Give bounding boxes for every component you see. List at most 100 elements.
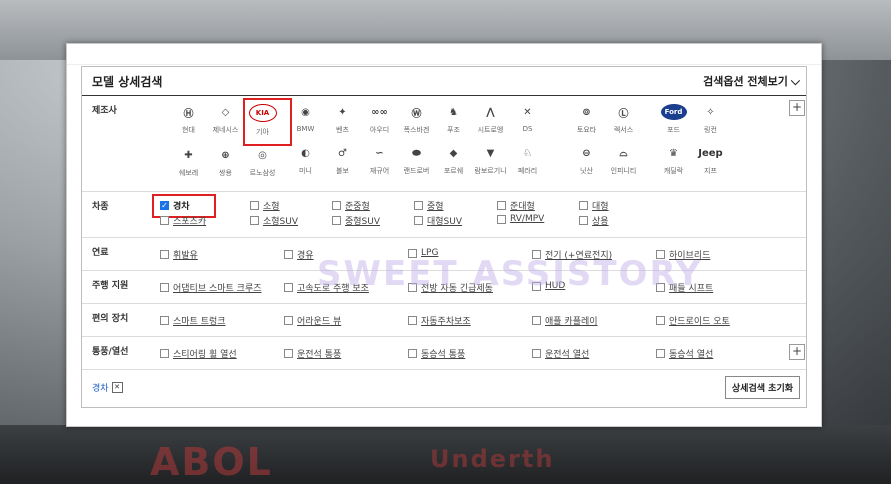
driving-option[interactable]: 전방 자동 긴급제동 — [408, 281, 493, 294]
ventilation-option[interactable]: 운전석 통풍 — [284, 347, 341, 360]
brand-ds[interactable]: ✕ DS — [509, 104, 546, 135]
checkbox-icon[interactable] — [408, 349, 417, 358]
checkbox-icon[interactable] — [332, 216, 341, 225]
driving-option[interactable]: 패들 시프트 — [656, 281, 713, 294]
brand-citroen[interactable]: ⋀ 시트로엥 — [472, 104, 509, 135]
brand-landrover[interactable]: ⬬ 랜드로버 — [398, 145, 435, 176]
brand-renault-samsung[interactable]: ◎ 르노삼성 — [244, 147, 281, 178]
vehicle-type-option[interactable]: RV/MPV — [497, 214, 544, 224]
brand-peugeot[interactable]: ♞ 푸조 — [435, 104, 472, 135]
checkbox-icon[interactable] — [332, 201, 341, 210]
remove-filter-icon[interactable]: ✕ — [111, 381, 123, 393]
vehicle-type-label: 차종 — [92, 202, 109, 212]
vehicle-type-option[interactable]: 소형 — [250, 199, 280, 212]
fuel-option[interactable]: 경유 — [284, 248, 314, 261]
checkbox-icon[interactable] — [579, 216, 588, 225]
checkbox-icon[interactable] — [284, 283, 293, 292]
checkbox-icon[interactable] — [160, 283, 169, 292]
show-all-options-button[interactable]: 검색옵션 전체보기 ⌵ — [703, 73, 800, 89]
checkbox-icon[interactable] — [656, 283, 665, 292]
checkbox-icon[interactable] — [532, 250, 541, 259]
peugeot-logo-icon: ♞ — [449, 106, 458, 118]
checkbox-icon[interactable] — [408, 248, 417, 258]
checkbox-icon[interactable] — [160, 316, 169, 325]
brand-benz[interactable]: ✦ 벤츠 — [324, 104, 361, 135]
vehicle-type-option[interactable]: 스포츠카 — [160, 214, 206, 227]
checkbox-icon[interactable] — [579, 201, 588, 210]
brand-mini[interactable]: ◐ 미니 — [287, 145, 324, 176]
vehicle-type-option[interactable]: ✓ 경차 — [160, 199, 190, 212]
brand-ssangyong[interactable]: ⊕ 쌍용 — [207, 147, 244, 178]
brand-ferrari[interactable]: ♘ 페라리 — [509, 145, 546, 176]
checkbox-icon[interactable] — [160, 250, 169, 259]
checkbox-icon[interactable] — [532, 316, 541, 325]
driving-option[interactable]: HUD — [532, 281, 565, 291]
checkbox-icon[interactable] — [497, 214, 506, 224]
brand-ford[interactable]: Ford 포드 — [655, 104, 692, 135]
vehicle-type-option[interactable]: 상용 — [579, 214, 609, 227]
brand-cadillac[interactable]: ♛ 캐딜락 — [655, 145, 692, 176]
reset-search-button[interactable]: 상세검색 초기화 — [724, 375, 800, 399]
vehicle-type-option[interactable]: 준중형 — [332, 199, 370, 212]
checkbox-icon[interactable] — [532, 281, 541, 291]
vehicle-type-option[interactable]: 대형SUV — [414, 214, 462, 227]
checkbox-icon[interactable] — [408, 316, 417, 325]
brand-volkswagen[interactable]: Ⓦ 폭스바겐 — [398, 104, 435, 135]
vehicle-type-option[interactable]: 소형SUV — [250, 214, 298, 227]
vehicle-type-option[interactable]: 중형 — [414, 199, 444, 212]
driving-option[interactable]: 어댑티브 스마트 크루즈 — [160, 281, 262, 294]
checkbox-icon[interactable] — [414, 216, 423, 225]
brand-jaguar[interactable]: ∽ 재규어 — [361, 145, 398, 176]
convenience-option[interactable]: 안드로이드 오토 — [656, 314, 730, 327]
vehicle-type-option[interactable]: 대형 — [579, 199, 609, 212]
brand-nissan[interactable]: ⊖ 닛산 — [568, 145, 605, 176]
convenience-option[interactable]: 어라운드 뷰 — [284, 314, 341, 327]
brand-infiniti[interactable]: ⌓ 인피니티 — [605, 145, 642, 176]
checkbox-icon[interactable] — [160, 349, 169, 358]
checkbox-icon[interactable] — [284, 349, 293, 358]
checkbox-icon[interactable] — [656, 349, 665, 358]
more-makers-button[interactable]: + — [789, 100, 805, 116]
brand-toyota[interactable]: ⊚ 토요타 — [568, 104, 605, 135]
fuel-option[interactable]: 휘발유 — [160, 248, 198, 261]
checkbox-icon[interactable] — [160, 216, 169, 225]
checkbox-icon[interactable] — [414, 201, 423, 210]
checkbox-icon[interactable] — [532, 349, 541, 358]
convenience-option[interactable]: 애플 카플레이 — [532, 314, 598, 327]
ventilation-option[interactable]: 스티어링 휠 열선 — [160, 347, 237, 360]
vehicle-type-option[interactable]: 준대형 — [497, 199, 535, 212]
convenience-option[interactable]: 자동주차보조 — [408, 314, 471, 327]
ventilation-option[interactable]: 운전석 열선 — [532, 347, 589, 360]
driving-option-label: HUD — [545, 281, 566, 291]
checkbox-icon[interactable] — [250, 201, 259, 210]
brand-jeep[interactable]: Jeep 지프 — [692, 145, 729, 176]
ventilation-option[interactable]: 동승석 통풍 — [408, 347, 465, 360]
fuel-option[interactable]: LPG — [408, 248, 438, 258]
checkbox-checked-icon[interactable]: ✓ — [160, 201, 169, 210]
convenience-option[interactable]: 스마트 트렁크 — [160, 314, 226, 327]
ventilation-option[interactable]: 동승석 열선 — [656, 347, 713, 360]
brand-chevrolet[interactable]: ✚ 쉐보레 — [170, 147, 207, 178]
brand-bmw[interactable]: ◉ BMW — [287, 104, 324, 135]
checkbox-icon[interactable] — [408, 283, 417, 292]
brand-porsche[interactable]: ◆ 포르쉐 — [435, 145, 472, 176]
checkbox-icon[interactable] — [656, 316, 665, 325]
checkbox-icon[interactable] — [284, 316, 293, 325]
brand-audi[interactable]: ∞∞ 아우디 — [361, 104, 398, 135]
vehicle-type-option[interactable]: 중형SUV — [332, 214, 380, 227]
checkbox-icon[interactable] — [284, 250, 293, 259]
fuel-option[interactable]: 전기 (+연료전지) — [532, 248, 612, 261]
brand-lexus[interactable]: Ⓛ 렉서스 — [605, 104, 642, 135]
brand-genesis[interactable]: ◇ 제네시스 — [207, 104, 244, 137]
fuel-option[interactable]: 하이브리드 — [656, 248, 710, 261]
more-options-button[interactable]: + — [789, 344, 805, 360]
checkbox-icon[interactable] — [497, 201, 506, 210]
checkbox-icon[interactable] — [656, 250, 665, 259]
driving-option[interactable]: 고속도로 주행 보조 — [284, 281, 369, 294]
brand-lincoln[interactable]: ✧ 링컨 — [692, 104, 729, 135]
brand-lamborghini[interactable]: ▼ 람보르기니 — [472, 145, 509, 176]
checkbox-icon[interactable] — [250, 216, 259, 225]
brand-volvo[interactable]: ♂ 볼보 — [324, 145, 361, 176]
fuel-option-label: 휘발유 — [173, 251, 198, 261]
brand-hyundai[interactable]: Ⓗ 현대 — [170, 104, 207, 137]
